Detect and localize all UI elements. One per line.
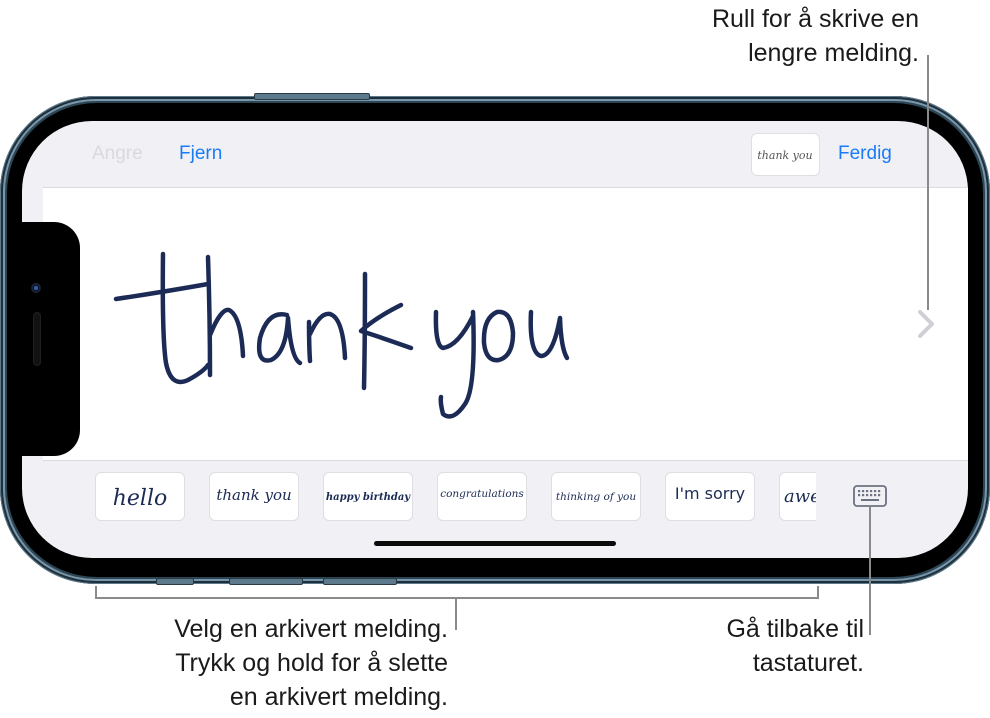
home-indicator[interactable] bbox=[374, 541, 616, 546]
handwriting-ink bbox=[113, 251, 570, 419]
svg-text:thinking of you: thinking of you bbox=[556, 491, 636, 503]
callout-keyboard: Gå tilbake til tastaturet. bbox=[726, 612, 864, 680]
saved-message-im-sorry[interactable]: I'm sorry bbox=[665, 472, 755, 521]
bracket-saved-horizontal bbox=[95, 597, 819, 599]
front-camera-icon bbox=[31, 283, 41, 293]
svg-text:congratulations: congratulations bbox=[440, 488, 524, 500]
callout-scroll-line1: Rull for å skrive en bbox=[711, 5, 919, 33]
callout-scroll: Rull for å skrive en lengre melding. bbox=[712, 2, 919, 70]
svg-text:awe: awe bbox=[784, 486, 816, 507]
keyboard-button[interactable] bbox=[853, 485, 887, 507]
callout-saved-line1: Velg en arkivert melding. bbox=[174, 615, 448, 643]
callout-keyboard-line2: tastaturet. bbox=[752, 649, 864, 677]
bracket-saved-stem bbox=[455, 597, 457, 630]
svg-text:hello: hello bbox=[113, 486, 168, 511]
side-button-3 bbox=[323, 578, 397, 585]
saved-message-congratulations[interactable]: congratulations bbox=[437, 472, 527, 521]
speaker-grille bbox=[33, 312, 41, 366]
svg-text:I'm sorry: I'm sorry bbox=[675, 484, 745, 503]
svg-text:happy birthday: happy birthday bbox=[326, 492, 411, 503]
saved-message-hello[interactable]: hello bbox=[95, 472, 185, 521]
handwriting-canvas[interactable] bbox=[43, 187, 968, 461]
saved-message-awe[interactable]: awe bbox=[779, 472, 816, 521]
sensor-housing bbox=[22, 222, 80, 456]
callout-saved: Velg en arkivert melding. Trykk og hold … bbox=[174, 612, 448, 714]
remove-button[interactable]: Fjern bbox=[179, 143, 222, 165]
svg-text:thank you: thank you bbox=[757, 149, 812, 162]
saved-message-thank-you[interactable]: thank you bbox=[209, 472, 299, 521]
callout-keyboard-line1: Gå tilbake til bbox=[726, 615, 864, 643]
callout-line-scroll bbox=[927, 55, 929, 310]
saved-message-thinking-of-you[interactable]: thinking of you bbox=[551, 472, 641, 521]
saved-message-happy-birthday[interactable]: happy birthday bbox=[323, 472, 413, 521]
callout-saved-line2: Trykk og hold for å slette bbox=[175, 649, 448, 677]
svg-text:thank you: thank you bbox=[216, 486, 291, 504]
side-button-2 bbox=[229, 578, 303, 585]
callout-line-keyboard bbox=[869, 507, 871, 635]
preview-handwriting: thank you bbox=[757, 149, 812, 162]
handwriting-preview[interactable]: thank you bbox=[751, 133, 820, 176]
callout-saved-line3: en arkivert melding. bbox=[229, 683, 448, 711]
volume-button bbox=[254, 93, 370, 100]
callout-scroll-line2: lengre melding. bbox=[748, 39, 919, 67]
chevron-right-icon[interactable] bbox=[914, 308, 938, 345]
keyboard-icon bbox=[853, 485, 887, 507]
bracket-saved-right bbox=[817, 586, 819, 599]
side-button-1 bbox=[156, 578, 194, 585]
bracket-saved-left bbox=[95, 586, 97, 599]
undo-button[interactable]: Angre bbox=[92, 143, 143, 165]
done-button[interactable]: Ferdig bbox=[838, 143, 892, 165]
